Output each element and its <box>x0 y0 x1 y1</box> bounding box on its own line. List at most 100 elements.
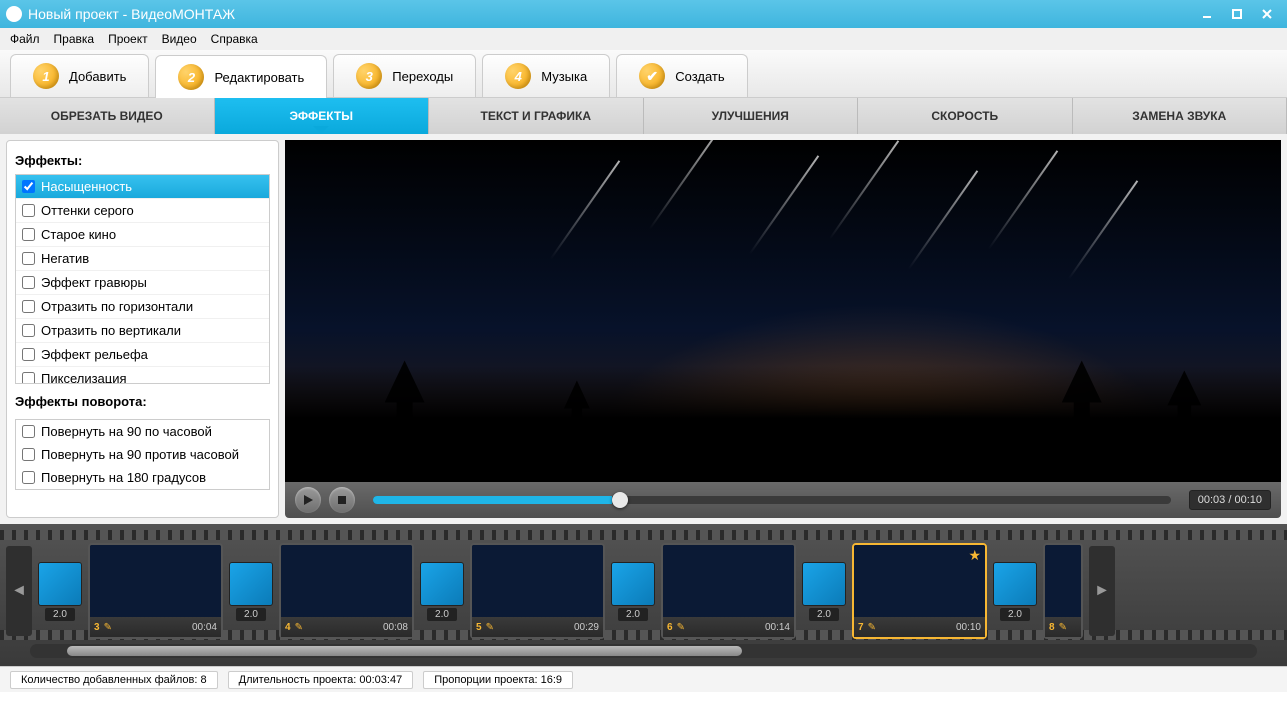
subtab-1[interactable]: ЭФФЕКТЫ <box>215 98 430 134</box>
clip-thumbnail <box>1045 545 1081 617</box>
effect-item[interactable]: Эффект рельефа <box>16 343 269 367</box>
subtab-4[interactable]: СКОРОСТЬ <box>858 98 1073 134</box>
subtabs: ОБРЕЗАТЬ ВИДЕОЭФФЕКТЫТЕКСТ И ГРАФИКАУЛУЧ… <box>0 98 1287 134</box>
edit-icon[interactable]: ✎ <box>486 622 494 633</box>
step-badge-icon: 1 <box>33 63 59 89</box>
effect-checkbox[interactable] <box>22 180 35 193</box>
effect-item[interactable]: Отразить по вертикали <box>16 319 269 343</box>
effect-checkbox[interactable] <box>22 252 35 265</box>
step-2[interactable]: 2Редактировать <box>155 55 327 98</box>
effect-checkbox[interactable] <box>22 471 35 484</box>
effect-item[interactable]: Насыщенность <box>16 175 269 199</box>
timeline-scrollbar[interactable] <box>30 644 1257 658</box>
status-duration: Длительность проекта: 00:03:47 <box>228 671 414 689</box>
effect-checkbox[interactable] <box>22 324 35 337</box>
effect-checkbox[interactable] <box>22 425 35 438</box>
close-button[interactable] <box>1253 5 1281 23</box>
maximize-button[interactable] <box>1223 5 1251 23</box>
clip-8[interactable]: 8✎ <box>1043 543 1083 639</box>
effect-checkbox[interactable] <box>22 348 35 361</box>
effect-checkbox[interactable] <box>22 448 35 461</box>
step-4[interactable]: 4Музыка <box>482 54 610 97</box>
video-preview <box>285 140 1281 482</box>
subtab-3[interactable]: УЛУЧШЕНИЯ <box>644 98 859 134</box>
clip-4[interactable]: 4✎00:08 <box>279 543 414 639</box>
effect-item[interactable]: Повернуть на 90 против часовой <box>16 443 269 466</box>
effect-item[interactable]: Отразить по горизонтали <box>16 295 269 319</box>
effect-label: Повернуть на 90 по часовой <box>41 424 212 439</box>
effect-checkbox[interactable] <box>22 300 35 313</box>
transition-slot[interactable]: 2.0 <box>229 562 273 621</box>
clip-6[interactable]: 6✎00:14 <box>661 543 796 639</box>
effect-checkbox[interactable] <box>22 204 35 217</box>
effect-label: Отразить по горизонтали <box>41 299 193 314</box>
seek-knob[interactable] <box>612 492 628 508</box>
subtab-5[interactable]: ЗАМЕНА ЗВУКА <box>1073 98 1287 134</box>
effect-item[interactable]: Повернуть на 90 по часовой <box>16 420 269 443</box>
effects-heading: Эффекты: <box>15 153 270 168</box>
status-files: Количество добавленных файлов: 8 <box>10 671 218 689</box>
subtab-0[interactable]: ОБРЕЗАТЬ ВИДЕО <box>0 98 215 134</box>
transition-slot[interactable]: 2.0 <box>802 562 846 621</box>
effect-checkbox[interactable] <box>22 228 35 241</box>
effect-item[interactable]: Пикселизация <box>16 367 269 384</box>
effect-label: Негатив <box>41 251 89 266</box>
transition-slot[interactable]: 2.0 <box>420 562 464 621</box>
transition-slot[interactable]: 2.0 <box>611 562 655 621</box>
effects-panel: Эффекты: НасыщенностьОттенки серогоСтаро… <box>6 140 279 518</box>
timeline-next-button[interactable]: ► <box>1089 546 1115 636</box>
effect-item[interactable]: Эффект гравюры <box>16 271 269 295</box>
edit-icon[interactable]: ✎ <box>868 622 876 633</box>
menu-файл[interactable]: Файл <box>10 32 40 46</box>
clip-meta: 4✎00:08 <box>281 617 412 637</box>
play-button[interactable] <box>295 487 321 513</box>
edit-icon[interactable]: ✎ <box>677 622 685 633</box>
transition-icon <box>420 562 464 606</box>
step-3[interactable]: 3Переходы <box>333 54 476 97</box>
edit-icon[interactable]: ✎ <box>295 622 303 633</box>
effect-item[interactable]: Оттенки серого <box>16 199 269 223</box>
step-1[interactable]: 1Добавить <box>10 54 149 97</box>
clip-meta: 6✎00:14 <box>663 617 794 637</box>
clip-meta: 8✎ <box>1045 617 1081 637</box>
menu-справка[interactable]: Справка <box>211 32 258 46</box>
subtab-2[interactable]: ТЕКСТ И ГРАФИКА <box>429 98 644 134</box>
edit-icon[interactable]: ✎ <box>1059 622 1067 633</box>
menu-правка[interactable]: Правка <box>54 32 95 46</box>
menu-видео[interactable]: Видео <box>162 32 197 46</box>
seek-bar[interactable] <box>373 496 1171 504</box>
clip-thumbnail <box>281 545 412 617</box>
effect-item[interactable]: Повернуть на 180 градусов <box>16 466 269 489</box>
step-badge-icon: 4 <box>505 63 531 89</box>
transition-icon <box>611 562 655 606</box>
statusbar: Количество добавленных файлов: 8 Длитель… <box>0 666 1287 692</box>
effect-item[interactable]: Негатив <box>16 247 269 271</box>
clip-meta: 7 ✎ 00:10 <box>854 617 985 637</box>
clip-7[interactable]: ★ 7 ✎ 00:10 <box>852 543 987 639</box>
effect-item[interactable]: Старое кино <box>16 223 269 247</box>
transition-icon <box>38 562 82 606</box>
effect-checkbox[interactable] <box>22 372 35 384</box>
stop-button[interactable] <box>329 487 355 513</box>
clip-thumbnail: ★ <box>854 545 985 617</box>
clip-duration: 00:10 <box>956 622 981 633</box>
clip-number: 7 <box>858 622 864 633</box>
clip-5[interactable]: 5✎00:29 <box>470 543 605 639</box>
transition-duration: 2.0 <box>427 608 457 621</box>
step-5[interactable]: Создать <box>616 54 747 97</box>
rotation-list[interactable]: Повернуть на 90 по часовой Повернуть на 9… <box>15 419 270 490</box>
transition-icon <box>993 562 1037 606</box>
minimize-button[interactable] <box>1193 5 1221 23</box>
step-badge-icon: 2 <box>178 64 204 90</box>
edit-icon[interactable]: ✎ <box>104 622 112 633</box>
effects-list[interactable]: НасыщенностьОттенки серогоСтарое кино Нег… <box>15 174 270 384</box>
transition-slot[interactable]: 2.0 <box>993 562 1037 621</box>
clip-3[interactable]: 3✎00:04 <box>88 543 223 639</box>
transition-duration: 2.0 <box>1000 608 1030 621</box>
transition-icon <box>229 562 273 606</box>
effect-checkbox[interactable] <box>22 276 35 289</box>
menu-проект[interactable]: Проект <box>108 32 148 46</box>
timeline-prev-button[interactable]: ◄ <box>6 546 32 636</box>
clip-duration: 00:08 <box>383 622 408 633</box>
transition-slot[interactable]: 2.0 <box>38 562 82 621</box>
